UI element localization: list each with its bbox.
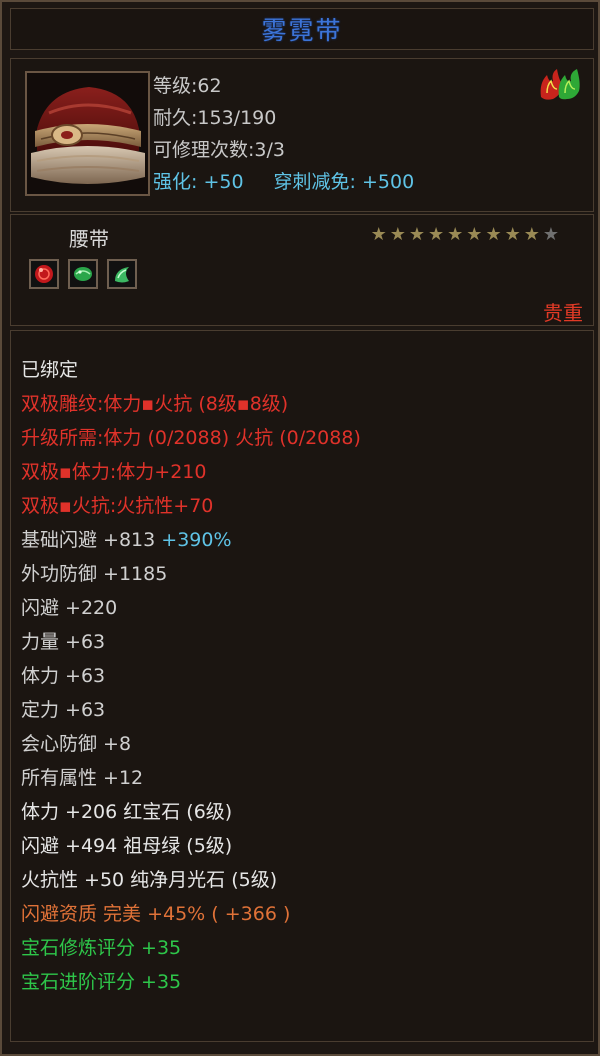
star-icon: ★ xyxy=(428,224,445,245)
star-icon: ★ xyxy=(370,224,387,245)
item-icon xyxy=(25,71,150,196)
dodge-aptitude-line: 闪避资质 完美 +45% ( +366 ) xyxy=(21,903,291,925)
crit-defense-line: 会心防御 +8 xyxy=(21,733,132,755)
attribute-list: 已绑定 双极雕纹:体力▪火抗 (8级▪8级) 升级所需:体力 (0/2088) … xyxy=(21,353,361,999)
dual-engrave-line: 双极雕纹:体力▪火抗 (8级▪8级) xyxy=(21,393,289,415)
gem-bonus-ruby: 体力 +206 红宝石 (6级) xyxy=(21,801,233,823)
quality-label: 贵重 xyxy=(543,301,583,325)
belt-icon xyxy=(27,73,148,194)
item-tooltip: 雾霓带 等级:62 耐久:153/190 可修理次数:3/3 强化: +50 穿… xyxy=(0,0,600,1056)
vitality-line: 体力 +63 xyxy=(21,665,106,687)
emerald-gem-icon[interactable] xyxy=(68,259,98,289)
dodge-line: 闪避 +220 xyxy=(21,597,118,619)
item-level: 等级:62 xyxy=(153,75,222,97)
gem-slots xyxy=(29,259,137,289)
empty-star-icon: ★ xyxy=(542,224,559,245)
star-rating: ★ ★ ★ ★ ★ ★ ★ ★ ★ ★ xyxy=(371,225,559,245)
gem-advance-score: 宝石进阶评分 +35 xyxy=(21,971,182,993)
moonstone-gem-icon[interactable] xyxy=(107,259,137,289)
item-name: 雾霓带 xyxy=(261,16,343,45)
star-icon: ★ xyxy=(523,224,540,245)
all-attributes-line: 所有属性 +12 xyxy=(21,767,144,789)
gem-bonus-moonstone: 火抗性 +50 纯净月光石 (5级) xyxy=(21,869,278,891)
star-icon: ★ xyxy=(389,224,406,245)
base-dodge-percent: +390% xyxy=(161,529,232,551)
star-icon: ★ xyxy=(408,224,426,245)
item-repair-count: 可修理次数:3/3 xyxy=(153,139,285,161)
star-icon: ★ xyxy=(466,224,483,245)
upgrade-requirement-line: 升级所需:体力 (0/2088) 火抗 (0/2088) xyxy=(21,427,361,449)
dual-fire-resist-line: 双极▪火抗:火抗性+70 xyxy=(21,495,214,517)
external-defense-line: 外功防御 +1185 xyxy=(21,563,168,585)
star-icon: ★ xyxy=(485,224,502,245)
enhance-value: 强化: +50 xyxy=(153,171,244,193)
bound-status: 已绑定 xyxy=(21,359,79,381)
flame-badge-icon xyxy=(539,67,583,101)
focus-line: 定力 +63 xyxy=(21,699,106,721)
strength-line: 力量 +63 xyxy=(21,631,106,653)
item-type-panel: 腰带 ★ ★ ★ ★ ★ ★ ★ ★ ★ ★ 贵重 xyxy=(10,214,594,326)
attribute-panel: 已绑定 双极雕纹:体力▪火抗 (8级▪8级) 升级所需:体力 (0/2088) … xyxy=(10,330,594,1042)
gem-refine-score: 宝石修炼评分 +35 xyxy=(21,937,182,959)
title-bar: 雾霓带 xyxy=(10,8,594,50)
item-type: 腰带 xyxy=(69,227,109,251)
item-durability: 耐久:153/190 xyxy=(153,107,277,129)
base-dodge-line: 基础闪避 +813 +390% xyxy=(21,523,361,557)
star-icon: ★ xyxy=(504,224,521,245)
item-summary-panel: 等级:62 耐久:153/190 可修理次数:3/3 强化: +50 穿刺减免: … xyxy=(10,58,594,212)
base-dodge-value: 基础闪避 +813 xyxy=(21,529,156,551)
pierce-reduction-value: 穿刺减免: +500 xyxy=(273,171,415,193)
dual-vitality-line: 双极▪体力:体力+210 xyxy=(21,461,207,483)
enhance-row: 强化: +50 穿刺减免: +500 xyxy=(153,167,414,194)
star-icon: ★ xyxy=(447,224,464,245)
ruby-gem-icon[interactable] xyxy=(29,259,59,289)
gem-bonus-emerald: 闪避 +494 祖母绿 (5级) xyxy=(21,835,233,857)
